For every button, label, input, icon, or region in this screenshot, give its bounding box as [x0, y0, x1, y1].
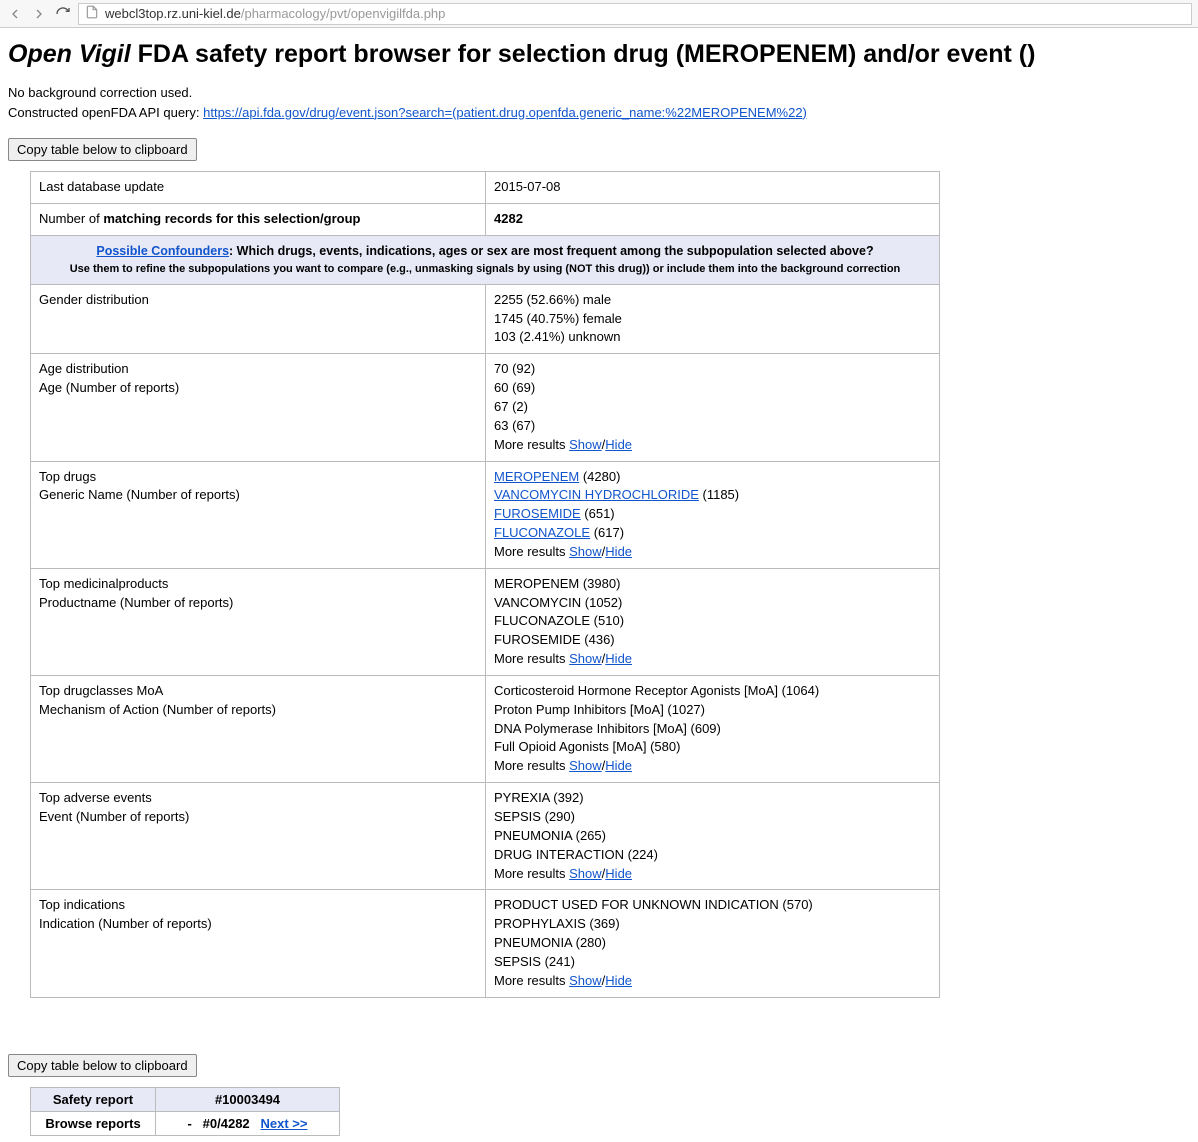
row-top-drugs: Top drugsGeneric Name (Number of reports… — [31, 461, 940, 568]
page-title: Open Vigil FDA safety report browser for… — [8, 40, 1190, 69]
gender-label: Gender distribution — [31, 284, 486, 354]
hide-link[interactable]: Hide — [605, 758, 632, 773]
last-update-value: 2015-07-08 — [486, 172, 940, 204]
row-medicinal: Top medicinalproductsProductname (Number… — [31, 568, 940, 675]
browse-reports-value: - #0/4282 Next >> — [156, 1111, 340, 1135]
moa-values: Corticosteroid Hormone Receptor Agonists… — [486, 675, 940, 782]
page-icon — [85, 5, 99, 22]
matching-value: 4282 — [486, 203, 940, 235]
medicinal-values: MEROPENEM (3980) VANCOMYCIN (1052) FLUCO… — [486, 568, 940, 675]
ae-values: PYREXIA (392) SEPSIS (290) PNEUMONIA (26… — [486, 783, 940, 890]
age-values: 70 (92) 60 (69) 67 (2) 63 (67) More resu… — [486, 354, 940, 461]
api-query-link[interactable]: https://api.fda.gov/drug/event.json?sear… — [203, 105, 807, 120]
url-bar[interactable]: webcl3top.rz.uni-kiel.de/pharmacology/pv… — [78, 3, 1192, 25]
show-link[interactable]: Show — [569, 866, 602, 881]
row-matching: Number of matching records for this sele… — [31, 203, 940, 235]
drug-link[interactable]: MEROPENEM — [494, 469, 579, 484]
url-host: webcl3top.rz.uni-kiel.de — [105, 6, 241, 21]
report-header-row: Safety report #10003494 — [31, 1087, 340, 1111]
browse-reports-label: Browse reports — [31, 1111, 156, 1135]
last-update-label: Last database update — [31, 172, 486, 204]
safety-report-label: Safety report — [31, 1087, 156, 1111]
drug-link[interactable]: VANCOMYCIN HYDROCHLORIDE — [494, 487, 699, 502]
hide-link[interactable]: Hide — [605, 866, 632, 881]
intro-block: No background correction used. Construct… — [8, 83, 1190, 122]
show-link[interactable]: Show — [569, 437, 602, 452]
gender-values: 2255 (52.66%) male 1745 (40.75%) female … — [486, 284, 940, 354]
copy-table-button-bottom[interactable]: Copy table below to clipboard — [8, 1054, 197, 1077]
summary-table: Last database update 2015-07-08 Number o… — [30, 171, 940, 998]
matching-label: Number of matching records for this sele… — [31, 203, 486, 235]
row-last-update: Last database update 2015-07-08 — [31, 172, 940, 204]
hide-link[interactable]: Hide — [605, 544, 632, 559]
possible-confounders-link[interactable]: Possible Confounders — [96, 244, 229, 258]
show-link[interactable]: Show — [569, 973, 602, 988]
drug-link[interactable]: FLUCONAZOLE — [494, 525, 590, 540]
show-link[interactable]: Show — [569, 651, 602, 666]
forward-icon[interactable] — [30, 5, 48, 23]
report-table: Safety report #10003494 Browse reports -… — [30, 1087, 340, 1136]
safety-report-value: #10003494 — [156, 1087, 340, 1111]
ind-values: PRODUCT USED FOR UNKNOWN INDICATION (570… — [486, 890, 940, 997]
row-moa: Top drugclasses MoAMechanism of Action (… — [31, 675, 940, 782]
row-age: Age distributionAge (Number of reports) … — [31, 354, 940, 461]
back-icon[interactable] — [6, 5, 24, 23]
row-confounders: Possible Confounders: Which drugs, event… — [31, 235, 940, 284]
hide-link[interactable]: Hide — [605, 973, 632, 988]
top-drugs-values: MEROPENEM (4280) VANCOMYCIN HYDROCHLORID… — [486, 461, 940, 568]
intro-line1: No background correction used. — [8, 83, 1190, 103]
hide-link[interactable]: Hide — [605, 437, 632, 452]
row-adverse-events: Top adverse eventsEvent (Number of repor… — [31, 783, 940, 890]
row-gender: Gender distribution 2255 (52.66%) male 1… — [31, 284, 940, 354]
next-link[interactable]: Next >> — [261, 1116, 308, 1131]
browse-reports-row: Browse reports - #0/4282 Next >> — [31, 1111, 340, 1135]
hide-link[interactable]: Hide — [605, 651, 632, 666]
show-link[interactable]: Show — [569, 544, 602, 559]
intro-line2: Constructed openFDA API query: https://a… — [8, 103, 1190, 123]
row-indications: Top indicationsIndication (Number of rep… — [31, 890, 940, 997]
drug-link[interactable]: FUROSEMIDE — [494, 506, 581, 521]
reload-icon[interactable] — [54, 5, 72, 23]
url-path: /pharmacology/pvt/openvigilfda.php — [241, 6, 446, 21]
browser-toolbar: webcl3top.rz.uni-kiel.de/pharmacology/pv… — [0, 0, 1198, 28]
show-link[interactable]: Show — [569, 758, 602, 773]
copy-table-button-top[interactable]: Copy table below to clipboard — [8, 138, 197, 161]
